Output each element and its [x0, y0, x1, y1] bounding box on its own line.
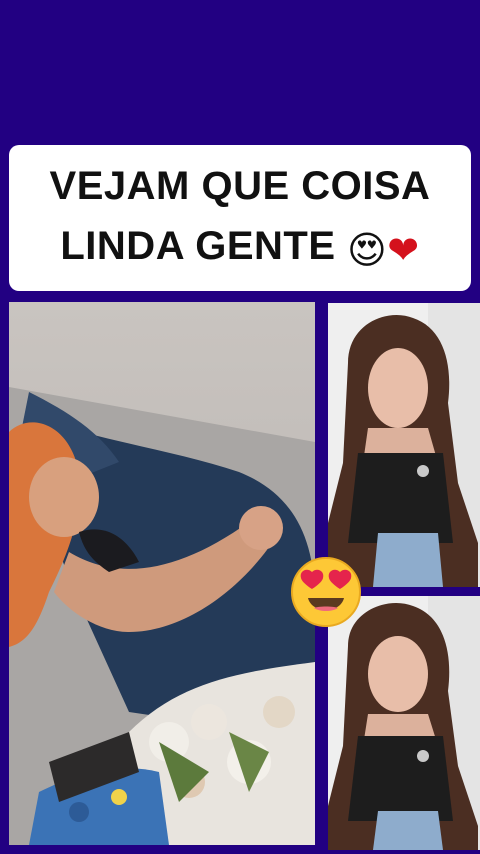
caption-line-2-text: LINDA GENTE [60, 224, 336, 268]
right-bottom-photo [328, 596, 480, 850]
caption-line-2: LINDA GENTE 😍❤ [60, 216, 419, 280]
caption-box: VEJAM QUE COISA LINDA GENTE 😍❤ [9, 145, 471, 291]
caption-line-1: VEJAM QUE COISA [49, 164, 431, 208]
right-top-photo [328, 303, 480, 587]
heart-eyes-sticker-icon [290, 556, 362, 628]
heart-eyes-emoji-icon: 😍 [347, 228, 388, 272]
right-top-person-illustration [328, 303, 480, 587]
right-bottom-person-illustration [328, 596, 480, 850]
red-heart-icon: ❤ [387, 228, 420, 272]
left-scene-illustration [9, 302, 315, 845]
left-video-frame [9, 302, 315, 845]
